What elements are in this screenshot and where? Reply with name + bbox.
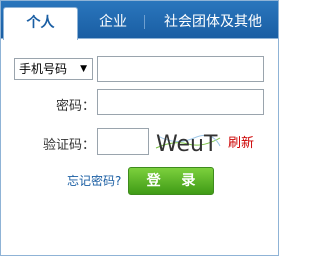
tab-bar: 个人 企业 社会团体及其他	[1, 1, 278, 40]
tab-personal[interactable]: 个人	[3, 7, 78, 40]
login-button[interactable]: 登 录	[128, 167, 214, 195]
account-type-value: 手机号码	[19, 62, 68, 76]
tab-enterprise[interactable]: 企业	[85, 7, 141, 39]
forgot-password-link[interactable]: 忘记密码?	[67, 172, 121, 189]
account-type-select[interactable]: 手机号码 ▼	[14, 58, 93, 80]
login-panel: 个人 企业 社会团体及其他 手机号码 ▼ 密码： 验证码： WeuT 刷新 忘记…	[0, 0, 279, 256]
password-label: 密码：	[55, 99, 95, 114]
tab-divider	[144, 15, 145, 29]
captcha-image[interactable]: WeuT	[154, 126, 222, 156]
captcha-text: WeuT	[156, 132, 218, 156]
refresh-captcha-link[interactable]: 刷新	[228, 132, 254, 151]
tab-social-organizations[interactable]: 社会团体及其他	[151, 7, 275, 39]
password-input[interactable]	[97, 89, 264, 115]
captcha-input[interactable]	[97, 128, 149, 155]
captcha-label: 验证码：	[42, 138, 95, 153]
phone-input[interactable]	[97, 56, 264, 82]
dropdown-arrow-icon: ▼	[80, 64, 87, 74]
